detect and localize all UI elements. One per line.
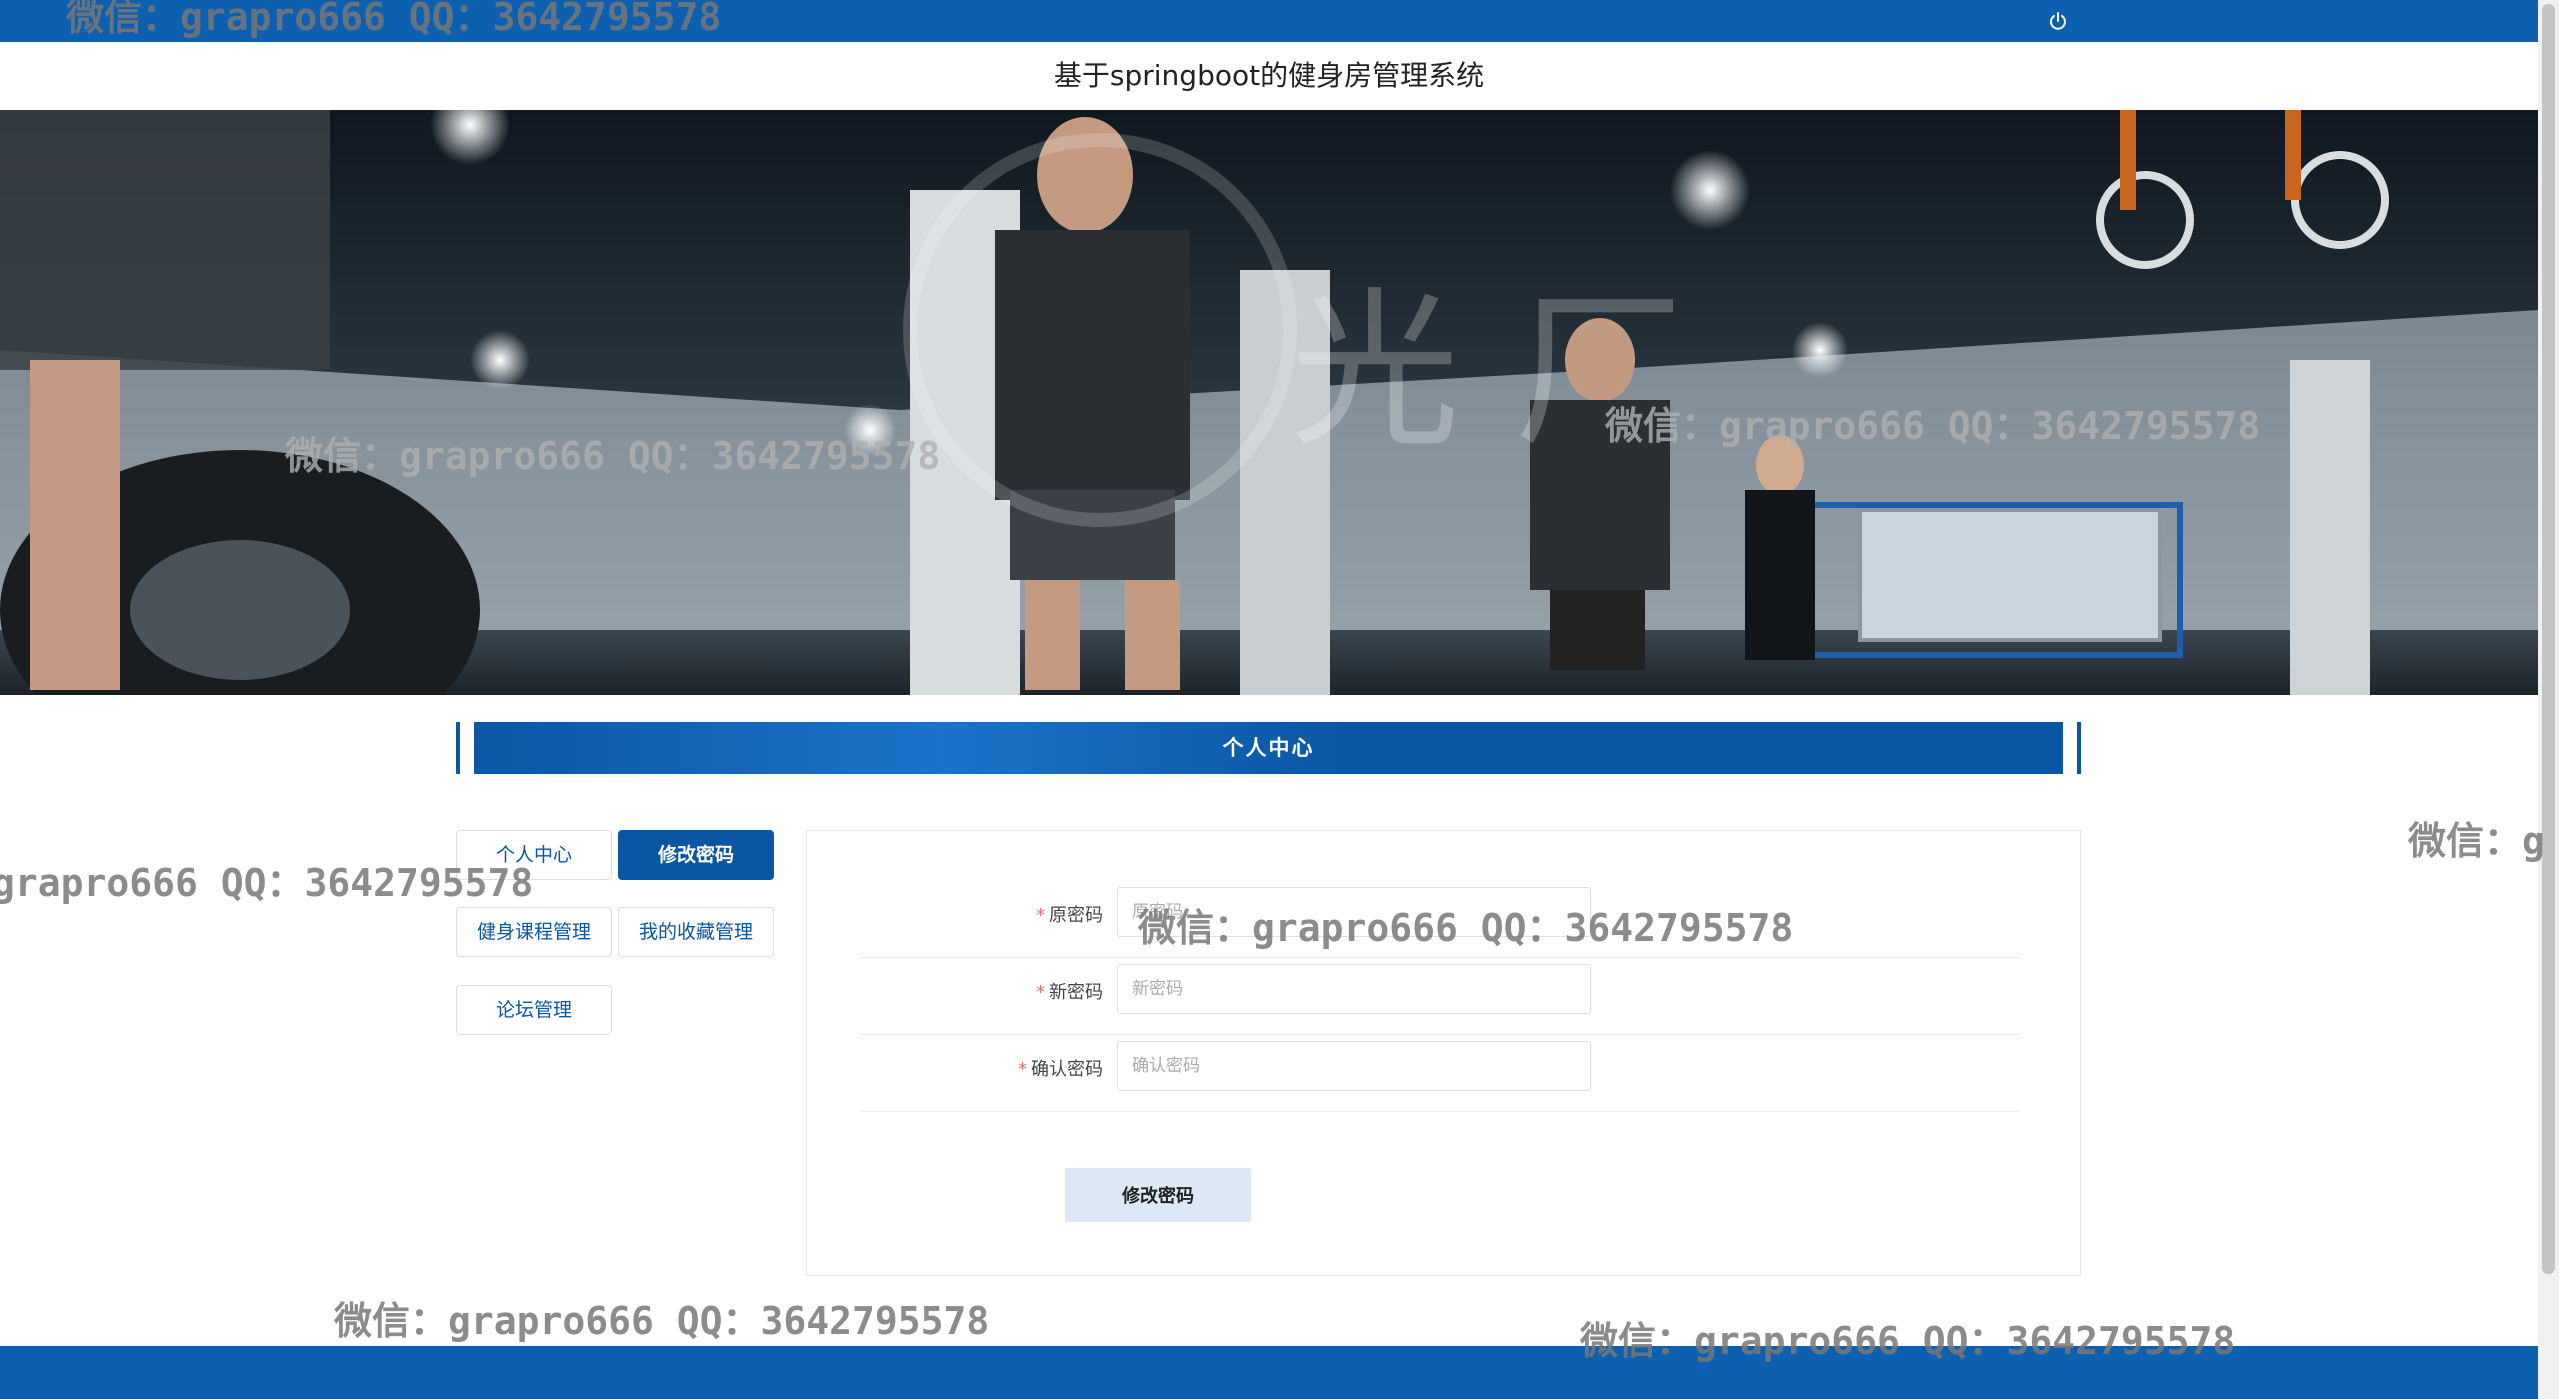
new-password-label: * 新密码 [860,978,1103,1004]
old-password-label: * 原密码 [860,901,1103,927]
menu-forum-management[interactable]: 论坛管理 [456,985,612,1035]
section-title: 个人中心 [1222,736,1315,760]
confirm-password-label-text: 确认密码 [1031,1059,1103,1080]
confirm-password-input[interactable] [1117,1041,1591,1091]
site-title: 基于springboot的健身房管理系统 [0,42,2538,110]
top-bar [0,0,2538,42]
form-row-new-password: * 新密码 [860,958,2020,1035]
gym-banner: 光 厂 [0,110,2538,695]
form-row-old-password: * 原密码 [860,881,2020,958]
change-password-button[interactable]: 修改密码 [1065,1168,1251,1222]
watermark: grapro666 QQ：3642795578 [0,861,534,905]
menu-personal-center[interactable]: 个人中心 [456,830,612,880]
menu-course-management[interactable]: 健身课程管理 [456,907,612,957]
scrollbar-thumb[interactable] [2542,4,2555,1274]
old-password-input[interactable] [1117,887,1591,937]
footer-bar [0,1346,2538,1399]
section-header: 个人中心 [456,722,2081,774]
password-form: * 原密码 * 新密码 * 确认密码 修改密码 [806,830,2081,1276]
watermark: 微信：g [2408,819,2545,863]
menu-favorites-management[interactable]: 我的收藏管理 [618,907,774,957]
scrollbar[interactable] [2538,0,2559,1399]
new-password-label-text: 新密码 [1049,982,1103,1003]
menu-change-password[interactable]: 修改密码 [618,830,774,880]
confirm-password-label: * 确认密码 [860,1055,1103,1081]
form-row-confirm-password: * 确认密码 [860,1035,2020,1112]
old-password-label-text: 原密码 [1049,905,1103,926]
required-mark: * [1036,905,1045,926]
new-password-input[interactable] [1117,964,1591,1014]
power-icon[interactable] [2048,11,2068,31]
watermark: 微信：grapro666 QQ：3642795578 [334,1299,990,1343]
required-mark: * [1018,1059,1027,1080]
svg-text:光 厂: 光 厂 [1290,273,1684,471]
required-mark: * [1036,982,1045,1003]
